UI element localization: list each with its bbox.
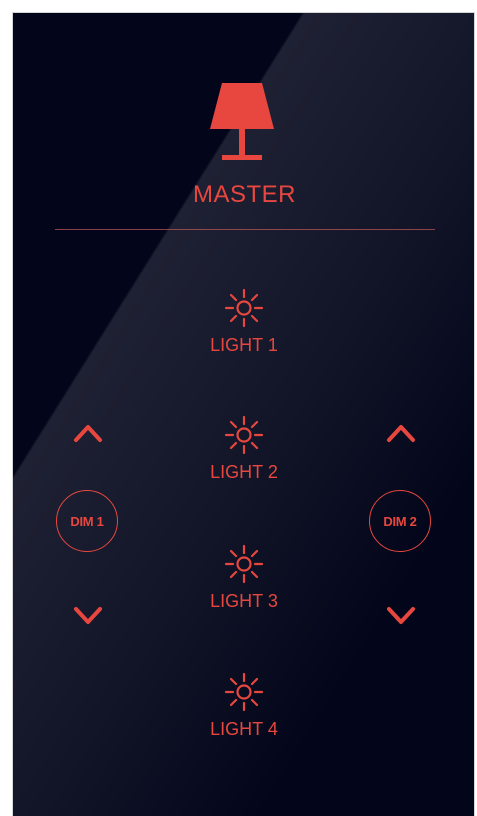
sun-icon [224,672,264,712]
sun-icon [224,544,264,584]
light-1-button[interactable]: LIGHT 1 [174,288,314,370]
sun-icon [224,415,264,455]
lamp-icon[interactable] [210,83,274,161]
master-label: MASTER [192,181,296,208]
dim-1-button[interactable]: DIM 1 [56,490,118,552]
chevron-down-icon[interactable] [381,603,421,631]
sun-icon [224,288,264,328]
divider [55,229,435,230]
light-3-label: LIGHT 3 [210,591,278,611]
light-2-label: LIGHT 2 [210,462,278,482]
dim-1-group: DIM 1 [56,418,120,638]
light-4-label: LIGHT 4 [210,719,278,739]
dim-2-label: DIM 2 [383,513,417,529]
light-3-button[interactable]: LIGHT 3 [174,544,314,626]
chevron-up-icon[interactable] [68,418,108,446]
light-2-button[interactable]: LIGHT 2 [174,415,314,497]
switch-panel: MASTER LIGHT 1 LIGHT 2 LIGHT 3 LIGHT 4 D… [12,12,475,816]
light-4-button[interactable]: LIGHT 4 [174,672,314,754]
dim-2-button[interactable]: DIM 2 [369,490,431,552]
dim-1-label: DIM 1 [70,513,104,529]
dim-2-group: DIM 2 [369,418,433,638]
chevron-up-icon[interactable] [381,418,421,446]
chevron-down-icon[interactable] [68,603,108,631]
light-1-label: LIGHT 1 [210,335,278,355]
